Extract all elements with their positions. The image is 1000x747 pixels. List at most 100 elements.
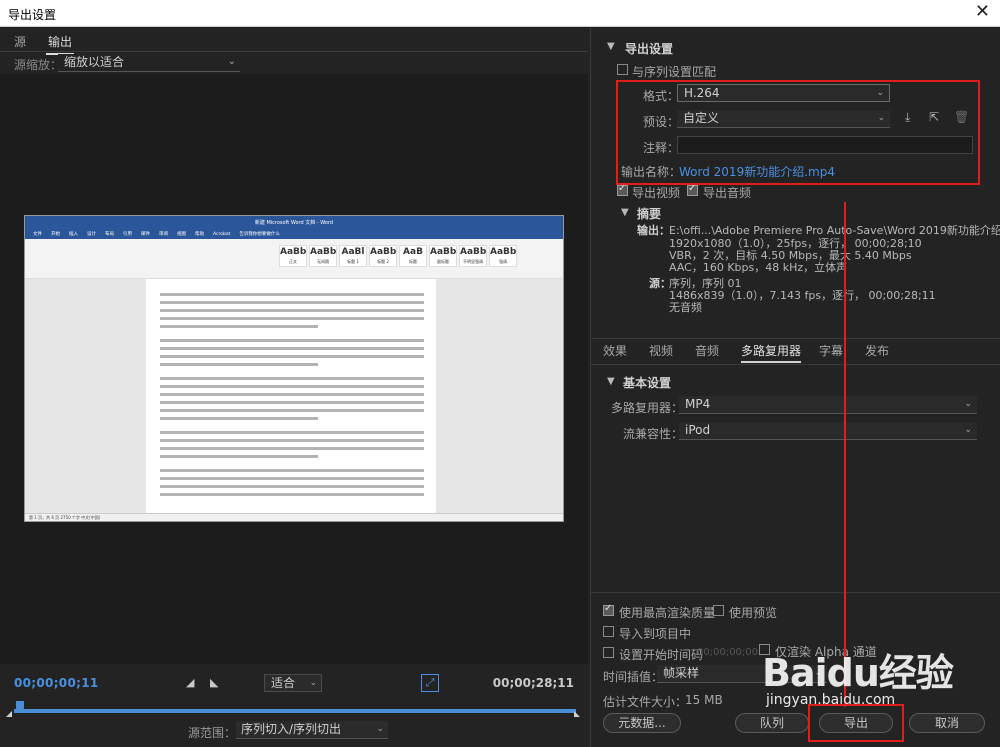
estimated-size-label: 估计文件大小： xyxy=(603,695,688,709)
stream-compat-dropdown[interactable]: iPod ⌄ xyxy=(679,422,977,440)
tab-source[interactable]: 源 xyxy=(14,33,26,50)
time-interpolation-label: 时间插值： xyxy=(603,670,664,684)
time-interpolation-value: 帧采样 xyxy=(663,666,700,680)
tab-effects[interactable]: 效果 xyxy=(603,342,627,359)
stream-compat-label: 流兼容性： xyxy=(623,427,684,441)
word-menu-item: 邮件 xyxy=(141,232,150,237)
word-style-label: 正文 xyxy=(289,259,297,264)
word-menu-item: 引用 xyxy=(123,232,132,237)
annotation-highlight-export xyxy=(808,704,904,742)
video-preview: 新建 Microsoft Word 文档 - Word 文件 开始 插入 设计 … xyxy=(0,74,588,664)
chevron-down-icon: ⌄ xyxy=(964,399,972,409)
word-style-box: AaBb 不明显强调 xyxy=(459,245,487,267)
word-style-label: 标题 1 xyxy=(347,259,359,264)
source-range-value: 序列切入/序列切出 xyxy=(241,722,342,736)
crop-output-icon[interactable]: ⤢ xyxy=(421,674,439,692)
word-style-label: 不明显强调 xyxy=(463,259,483,264)
tab-video[interactable]: 视频 xyxy=(649,342,673,359)
word-title-bar: 新建 Microsoft Word 文档 - Word xyxy=(25,216,563,230)
summary-output-line: E:\offi...\Adobe Premiere Pro Auto-Save\… xyxy=(669,224,1000,237)
source-scale-row: 源缩放： 缩放以适合 ⌄ xyxy=(0,52,588,74)
export-settings-heading: 导出设置 xyxy=(625,42,674,56)
start-timecode-field[interactable]: 00;00;00;00 xyxy=(697,647,758,658)
time-interpolation-dropdown[interactable]: 帧采样 ⌄ xyxy=(657,665,827,683)
export-video-checkbox[interactable] xyxy=(617,183,628,196)
current-timecode[interactable]: 00;00;00;11 xyxy=(14,676,99,690)
basic-settings-heading: 基本设置 xyxy=(623,376,672,390)
word-style-label: 无间隔 xyxy=(317,259,329,264)
word-style-box: AaBb 标题 2 xyxy=(369,245,397,267)
tab-output[interactable]: 输出 xyxy=(45,33,75,55)
source-scale-dropdown[interactable]: 缩放以适合 ⌄ xyxy=(58,54,240,72)
use-previews-checkbox[interactable] xyxy=(713,605,724,616)
import-into-project-checkbox[interactable] xyxy=(603,626,614,637)
max-render-quality-label: 使用最高渲染质量 xyxy=(619,606,716,620)
chevron-down-icon: ⌄ xyxy=(814,668,822,678)
word-menu-item: 文件 xyxy=(33,232,42,237)
divider xyxy=(591,338,1000,339)
word-menu-item: 插入 xyxy=(69,232,78,237)
collapse-arrow-icon[interactable]: ▼ xyxy=(621,207,629,218)
mark-in-icon[interactable]: ◢ xyxy=(186,676,194,689)
word-menu-item: 开始 xyxy=(51,232,60,237)
match-sequence-label: 与序列设置匹配 xyxy=(632,65,717,79)
render-alpha-only-checkbox[interactable] xyxy=(759,644,770,655)
zoom-fit-dropdown[interactable]: 适合 ⌄ xyxy=(264,674,322,692)
summary-output-label: 输出： xyxy=(637,224,670,237)
metadata-button[interactable]: 元数据... xyxy=(603,713,681,733)
import-into-project-label: 导入到项目中 xyxy=(619,627,692,641)
max-render-quality-checkbox[interactable] xyxy=(603,603,614,616)
out-point-marker[interactable] xyxy=(574,711,580,717)
annotation-highlight-box xyxy=(616,80,980,185)
zoom-fit-value: 适合 xyxy=(271,676,296,690)
set-start-timecode-label: 设置开始时间码 xyxy=(619,648,704,662)
chevron-down-icon: ⌄ xyxy=(964,425,972,435)
chevron-down-icon: ⌄ xyxy=(309,678,317,688)
collapse-arrow-icon[interactable]: ▼ xyxy=(607,376,615,387)
preview-tabs: 源 输出 xyxy=(0,28,588,55)
timeline-track[interactable] xyxy=(14,701,576,714)
close-icon[interactable]: ✕ xyxy=(975,1,990,22)
word-style-label: 强调 xyxy=(499,259,507,264)
summary-heading: 摘要 xyxy=(637,207,662,221)
multiplexer-dropdown[interactable]: MP4 ⌄ xyxy=(679,396,977,414)
preview-panel: 源 输出 源缩放： 缩放以适合 ⌄ 新建 Microsoft Word 文档 -… xyxy=(0,28,588,747)
estimated-size-value: 15 MB xyxy=(685,693,723,707)
word-menu-item: 帮助 xyxy=(195,232,204,237)
summary-source-line: 1486x839（1.0），7.143 fps，逐行， 00;00;28;11 xyxy=(669,289,936,302)
stream-compat-value: iPod xyxy=(685,423,711,437)
multiplexer-label: 多路复用器： xyxy=(611,401,684,415)
word-style-box: AaB 标题 xyxy=(399,245,427,267)
window-titlebar: 导出设置 ✕ xyxy=(0,0,1000,27)
word-menu-item: 布局 xyxy=(105,232,114,237)
word-style-box: AaBb 正文 xyxy=(279,245,307,267)
source-range-dropdown[interactable]: 序列切入/序列切出 ⌄ xyxy=(236,721,388,739)
chevron-down-icon: ⌄ xyxy=(227,56,236,67)
collapse-arrow-icon[interactable]: ▼ xyxy=(607,41,615,52)
duration-timecode: 00;00;28;11 xyxy=(492,676,574,690)
in-point-marker[interactable] xyxy=(6,711,12,717)
mark-out-icon[interactable]: ◣ xyxy=(210,676,218,689)
match-sequence-checkbox[interactable] xyxy=(617,64,628,75)
word-style-box: AaBl 标题 1 xyxy=(339,245,367,267)
source-range-label: 源范围： xyxy=(188,726,237,740)
word-style-box: AaBb 副标题 xyxy=(429,245,457,267)
export-audio-checkbox[interactable] xyxy=(687,183,698,196)
divider xyxy=(591,592,1000,593)
preview-frame-word-document: 新建 Microsoft Word 文档 - Word 文件 开始 插入 设计 … xyxy=(24,215,564,522)
word-menu-item: 审阅 xyxy=(159,232,168,237)
tab-multiplexer[interactable]: 多路复用器 xyxy=(741,342,802,363)
annotation-line xyxy=(844,202,846,707)
summary-source-line: 无音频 xyxy=(669,301,702,314)
use-previews-label: 使用预览 xyxy=(729,606,778,620)
word-style-box: AaBb 强调 xyxy=(489,245,517,267)
tab-captions[interactable]: 字幕 xyxy=(819,342,843,359)
queue-button[interactable]: 队列 xyxy=(735,713,809,733)
timeline-range-bar[interactable] xyxy=(14,709,576,713)
word-title: 新建 Microsoft Word 文档 - Word xyxy=(254,220,334,226)
tab-publish[interactable]: 发布 xyxy=(865,342,889,359)
tab-audio[interactable]: 音频 xyxy=(695,342,719,359)
set-start-timecode-checkbox[interactable] xyxy=(603,647,614,658)
cancel-button[interactable]: 取消 xyxy=(909,713,985,733)
word-menu-item: Acrobat xyxy=(213,232,231,237)
